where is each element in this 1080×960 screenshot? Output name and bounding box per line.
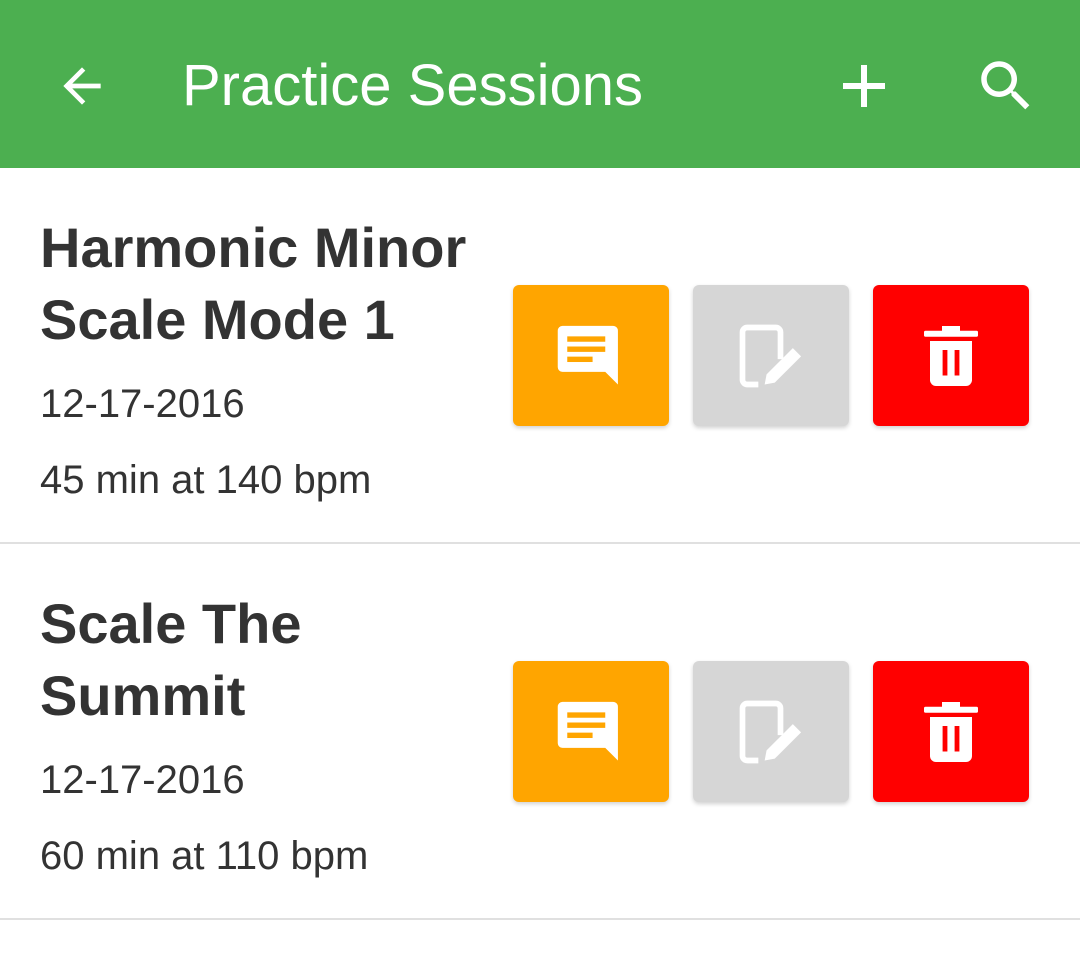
edit-icon [739,324,802,387]
delete-button[interactable] [873,661,1029,802]
notes-icon [557,325,618,384]
session-duration: 60 min at 110 bpm [40,834,369,878]
arrow-back-icon [63,67,101,105]
edit-button[interactable] [693,285,849,426]
list-item[interactable]: Scale The Summit 12-17-2016 60 min at 11… [0,544,1080,920]
delete-button[interactable] [873,285,1029,426]
trash-icon [924,325,978,386]
search-button[interactable] [966,46,1046,126]
back-button[interactable] [42,46,122,126]
plus-icon [843,65,885,107]
edit-icon [739,700,802,763]
session-duration: 45 min at 140 bpm [40,458,372,502]
session-date: 12-17-2016 [40,382,245,426]
session-name: Scale The Summit [40,592,302,727]
trash-icon [924,701,978,762]
page-title: Practice Sessions [182,53,643,118]
list-item[interactable]: Harmonic Minor Scale Mode 1 12-17-2016 4… [0,168,1080,544]
session-date: 12-17-2016 [40,758,245,802]
edit-button[interactable] [693,661,849,802]
add-session-button[interactable] [824,46,904,126]
notes-button[interactable] [513,661,669,802]
notes-button[interactable] [513,285,669,426]
session-name: Harmonic Minor Scale Mode 1 [40,216,467,351]
notes-icon [557,701,618,760]
session-list: Harmonic Minor Scale Mode 1 12-17-2016 4… [0,168,1080,920]
app-bar: Practice Sessions [0,0,1080,168]
search-icon [981,61,1030,110]
